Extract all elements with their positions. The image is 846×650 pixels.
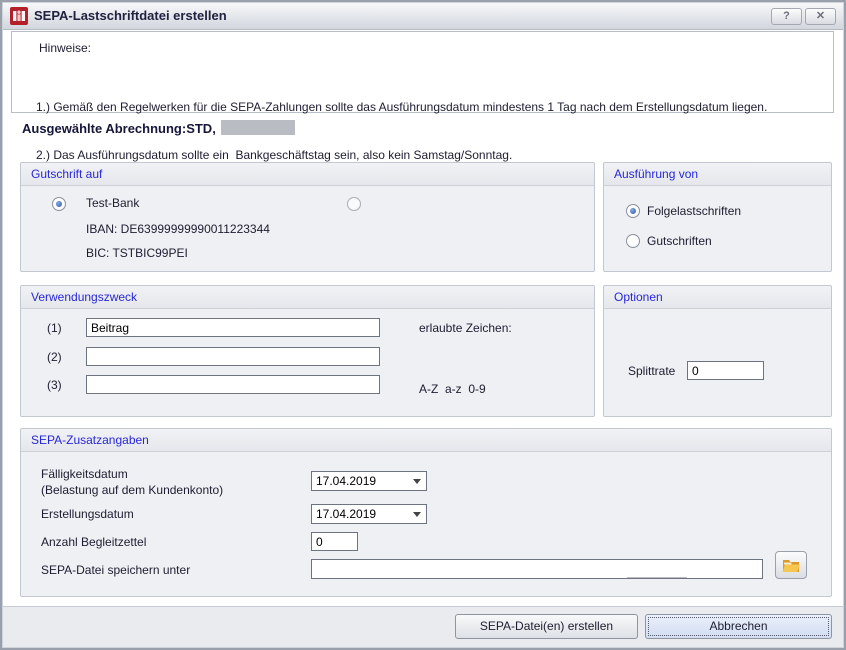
- begleitzettel-label: Anzahl Begleitzettel: [41, 535, 146, 549]
- hinweise-heading: Hinweise:: [39, 41, 91, 55]
- faelligkeitsdatum-value: 17.04.2019: [316, 474, 376, 488]
- folgelastschriften-label[interactable]: Folgelastschriften: [647, 204, 741, 218]
- begleitzettel-input[interactable]: [311, 532, 358, 551]
- redacted-text: [627, 577, 687, 579]
- zweck-row3-input[interactable]: [86, 375, 380, 394]
- zweck-row1-input[interactable]: [86, 318, 380, 337]
- groupbox-optionen-title: Optionen: [604, 286, 831, 309]
- app-icon: [10, 7, 28, 25]
- groupbox-gutschrift-auf: Gutschrift auf Test-Bank IBAN: DE6399999…: [20, 162, 595, 272]
- dropdown-arrow-icon: [413, 512, 421, 517]
- close-button[interactable]: ✕: [805, 8, 836, 25]
- splittrate-label: Splittrate: [628, 364, 675, 378]
- cancel-button[interactable]: Abbrechen: [645, 614, 832, 639]
- groupbox-ausfuehrung-von: Ausführung von Folgelastschriften Gutsch…: [603, 162, 832, 272]
- hinweise-line-2: 2.) Das Ausführungsdatum sollte ein Bank…: [36, 147, 767, 163]
- zweck-row2-label: (2): [47, 350, 62, 364]
- selected-abrechnung-line: Ausgewählte Abrechnung:STD,: [22, 120, 295, 136]
- allowed-chars-line-1: A-Z a-z 0-9: [419, 382, 572, 397]
- faelligkeitsdatum-label: Fälligkeitsdatum: [41, 467, 128, 481]
- gutschriften-label[interactable]: Gutschriften: [647, 234, 712, 248]
- dialog-window: SEPA-Lastschriftdatei erstellen ? ✕ Hinw…: [0, 0, 846, 650]
- faelligkeitsdatum-select[interactable]: 17.04.2019: [311, 471, 427, 491]
- help-button[interactable]: ?: [771, 8, 802, 25]
- dateiname-suffix: -AB2.xml: [687, 577, 736, 579]
- dropdown-arrow-icon: [413, 479, 421, 484]
- hinweise-line-1: 1.) Gemäß den Regelwerken für die SEPA-Z…: [36, 99, 767, 115]
- footer-bar: SEPA-Datei(en) erstellen Abbrechen: [3, 606, 843, 647]
- groupbox-verwendungszweck: Verwendungszweck (1) (2) (3) erlaubte Ze…: [20, 285, 595, 417]
- window-title: SEPA-Lastschriftdatei erstellen: [34, 3, 227, 29]
- faelligkeitsdatum-sublabel: (Belastung auf dem Kundenkonto): [41, 483, 223, 497]
- bank-bic: BIC: TSTBIC99PEI: [86, 246, 188, 260]
- groupbox-gutschrift-title: Gutschrift auf: [21, 163, 594, 186]
- zweck-row3-label: (3): [47, 378, 62, 392]
- dateiname-input[interactable]: C:\ProgramData\SPG-Daten\\TST-sepa-folge…: [311, 559, 763, 579]
- selected-abrechnung-label: Ausgewählte Abrechnung:STD,: [22, 121, 216, 136]
- folgelastschriften-radio[interactable]: [626, 204, 640, 218]
- bank-name: Test-Bank: [86, 196, 139, 210]
- erstellungsdatum-select[interactable]: 17.04.2019: [311, 504, 427, 524]
- groupbox-verwendungszweck-title: Verwendungszweck: [21, 286, 594, 309]
- groupbox-ausfuehrung-title: Ausführung von: [604, 163, 831, 186]
- allowed-chars-heading: erlaubte Zeichen:: [419, 321, 512, 335]
- zweck-row2-input[interactable]: [86, 347, 380, 366]
- erstellungsdatum-value: 17.04.2019: [316, 507, 376, 521]
- zweck-row1-label: (1): [47, 321, 62, 335]
- groupbox-sepa-title: SEPA-Zusatzangaben: [21, 429, 831, 452]
- bank-radio[interactable]: [52, 197, 66, 211]
- splittrate-input[interactable]: [687, 361, 764, 380]
- groupbox-sepa-zusatzangaben: SEPA-Zusatzangaben Fälligkeitsdatum (Bel…: [20, 428, 832, 597]
- create-sepa-file-button[interactable]: SEPA-Datei(en) erstellen: [455, 614, 638, 639]
- titlebar[interactable]: SEPA-Lastschriftdatei erstellen ? ✕: [3, 3, 843, 30]
- dateiname-prefix: C:\ProgramData\SPG-Daten\\TST-sepa-folge…: [343, 577, 628, 579]
- dateiname-label: SEPA-Datei speichern unter: [41, 563, 190, 577]
- browse-folder-button[interactable]: [775, 551, 807, 579]
- folder-icon: [782, 558, 800, 573]
- second-bank-radio[interactable]: [347, 197, 361, 211]
- bank-iban: IBAN: DE63999999990011223344: [86, 222, 270, 236]
- erstellungsdatum-label: Erstellungsdatum: [41, 507, 134, 521]
- redacted-text: [221, 120, 295, 135]
- groupbox-optionen: Optionen Splittrate: [603, 285, 832, 417]
- gutschriften-radio[interactable]: [626, 234, 640, 248]
- hinweise-panel: Hinweise: 1.) Gemäß den Regelwerken für …: [11, 31, 834, 113]
